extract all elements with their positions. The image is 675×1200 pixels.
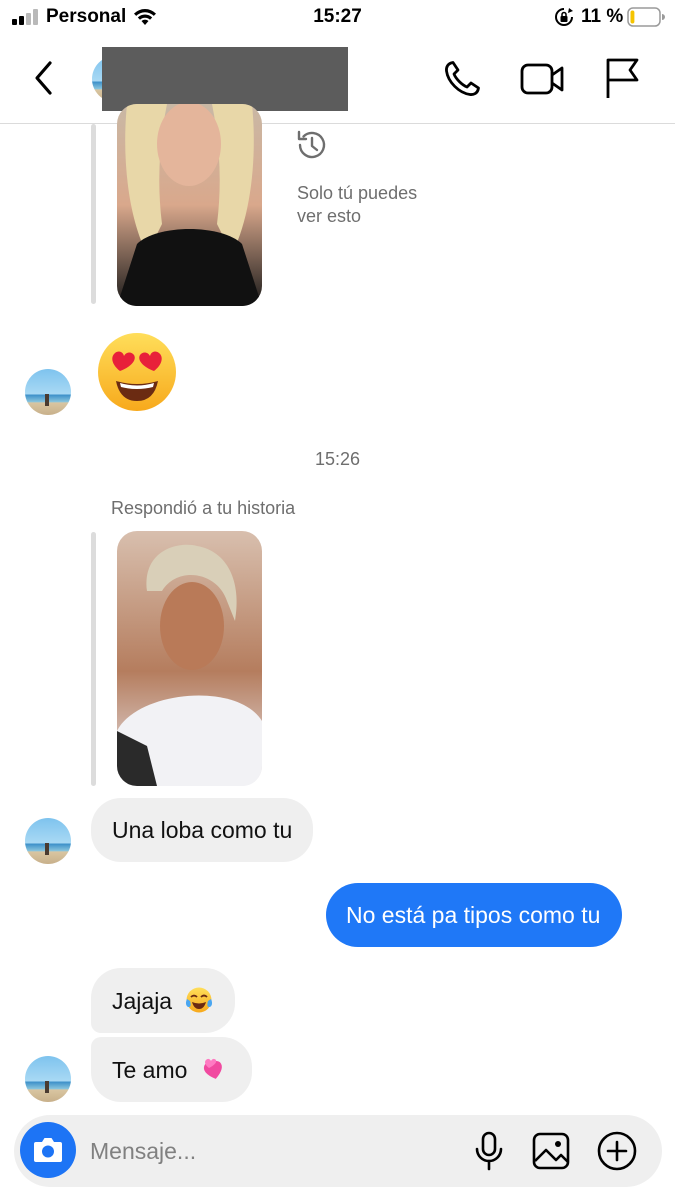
incoming-message[interactable]: Jajaja [91,968,235,1033]
story-thumbnail[interactable] [117,104,262,306]
battery-icon [627,7,665,27]
plus-circle-icon[interactable] [596,1130,638,1172]
story-reply-line [91,532,96,786]
carrier-name: Personal [46,6,127,27]
story-image [117,531,262,786]
gallery-icon[interactable] [531,1131,571,1171]
back-chevron-icon[interactable] [28,58,62,98]
tears-of-joy-emoji [185,987,212,1013]
sender-avatar[interactable] [25,369,71,415]
video-camera-icon[interactable] [519,58,565,100]
revolving-hearts-emoji [203,1058,222,1079]
message-text: Te amo [112,1057,188,1083]
camera-button[interactable] [20,1122,76,1178]
replied-to-story-label: Respondió a tu historia [111,498,296,518]
message-text: Una loba como tu [112,817,293,843]
status-bar: Personal 15:27 11 % [0,0,675,36]
phone-icon[interactable] [441,58,483,100]
heart-eyes-emoji[interactable] [96,331,178,413]
message-text: Jajaja [112,988,173,1014]
time-separator: 15:26 [314,449,361,469]
story-image [117,104,262,306]
story-reply-line [91,124,96,304]
story-thumbnail[interactable] [117,531,262,786]
message-input[interactable] [90,1130,450,1172]
contact-name-redacted[interactable] [102,47,348,111]
story-private-note: Solo tú puedes ver esto [297,183,418,226]
orientation-lock-icon [555,8,573,26]
camera-icon [34,1138,62,1162]
sender-avatar[interactable] [25,818,71,864]
flag-icon[interactable] [600,56,642,100]
incoming-message[interactable]: Una loba como tu [91,798,314,862]
history-clock-icon [297,130,326,159]
battery-percent: 11 % [581,6,624,27]
microphone-icon[interactable] [472,1131,506,1171]
sender-avatar[interactable] [25,1056,71,1102]
incoming-message[interactable]: Te amo [91,1037,252,1102]
chat-header [0,36,675,124]
signal-icon [12,9,38,25]
wifi-icon [134,9,156,25]
message-text: No está pa tipos como tu [346,902,601,928]
outgoing-message[interactable]: No está pa tipos como tu [326,883,623,947]
